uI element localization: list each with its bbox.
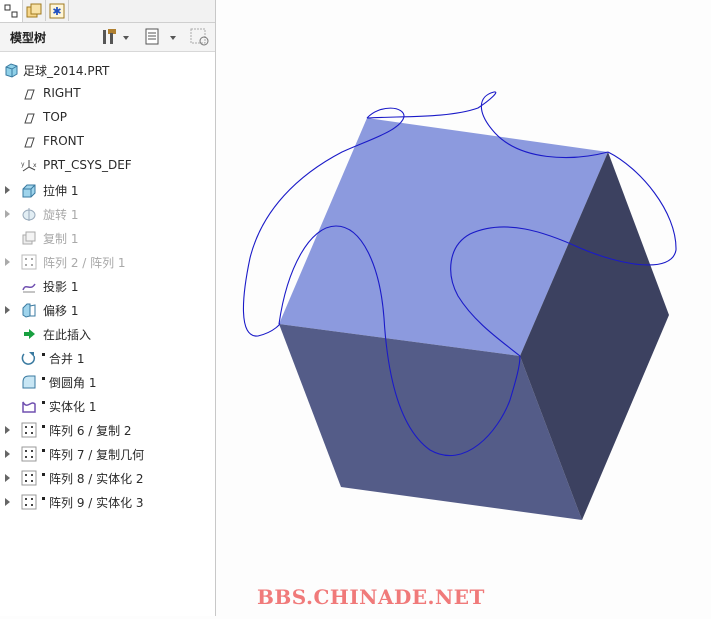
feature-marker (42, 401, 45, 404)
expand-arrow-icon[interactable] (5, 474, 10, 482)
tree-item-label: 偏移 1 (43, 304, 79, 318)
tree-item-label: 实体化 1 (49, 400, 97, 414)
tree-item-label: 旋转 1 (43, 208, 79, 222)
expand-arrow-icon[interactable] (5, 186, 10, 194)
projection-icon (22, 283, 36, 293)
revolve-icon (22, 208, 36, 221)
model-canvas[interactable] (216, 0, 711, 616)
tree-item-label: 阵列 2 / 阵列 1 (43, 256, 126, 270)
feature-marker (42, 497, 45, 500)
svg-text:y: y (21, 161, 25, 168)
tree-item[interactable]: 阵列 2 / 阵列 1 (0, 250, 215, 274)
tree-item[interactable]: 拉伸 1 (0, 178, 215, 202)
tree-item[interactable]: 阵列 6 / 复制 2 (0, 418, 215, 442)
part-icon (5, 63, 18, 78)
panel-header: 模型树 (0, 23, 215, 52)
tab-model-tree[interactable] (0, 0, 23, 22)
expand-arrow-icon[interactable] (5, 426, 10, 434)
datum-plane-icon (24, 89, 35, 100)
tree-item-label: 合并 1 (49, 352, 85, 366)
tree-item[interactable]: yx PRT_CSYS_DEF (0, 154, 215, 178)
layers-icon (26, 3, 42, 17)
model-tree-panel: ✱ 模型树 足球_2014.PRT RIGHT TOP FRONT y x PR… (0, 0, 216, 616)
expand-arrow-icon[interactable] (5, 450, 10, 458)
tree-item[interactable]: 倒圆角 1 (0, 370, 215, 394)
tools-icon (103, 29, 129, 44)
tree-item-label: 阵列 7 / 复制几何 (49, 448, 145, 462)
expand-arrow-icon[interactable] (5, 258, 10, 266)
offset-icon (22, 303, 36, 318)
merge-icon (21, 352, 36, 365)
panel-title: 模型树 (10, 31, 47, 45)
svg-text:✱: ✱ (52, 5, 61, 18)
tree-item[interactable]: 合并 1 (0, 346, 215, 370)
tree-item-label: TOP (43, 110, 68, 124)
round-icon (22, 375, 36, 389)
datum-plane-icon (24, 113, 35, 124)
tree-item-label: 阵列 8 / 实体化 2 (49, 472, 144, 486)
tree-item[interactable]: 实体化 1 (0, 394, 215, 418)
feature-marker (42, 425, 45, 428)
tab-favorites[interactable]: ✱ (46, 0, 69, 21)
tree-item-label: 在此插入 (43, 328, 92, 342)
tree-item-label: 倒圆角 1 (49, 376, 97, 390)
tree-item[interactable]: 偏移 1 (0, 298, 215, 322)
settings-button[interactable] (144, 27, 178, 47)
feature-marker (42, 377, 45, 380)
feature-marker (42, 353, 45, 356)
tree-item-label: 投影 1 (43, 280, 79, 294)
tree-root-label: 足球_2014.PRT (23, 64, 110, 78)
tree-item[interactable]: RIGHT (0, 82, 215, 106)
tree-item-label: RIGHT (43, 86, 81, 100)
tools-button[interactable] (101, 27, 131, 47)
tree-item[interactable]: 复制 1 (0, 226, 215, 250)
show-icon (190, 28, 209, 46)
show-button[interactable] (190, 27, 212, 47)
pattern-icon (21, 494, 37, 510)
tree-item[interactable]: FRONT (0, 130, 215, 154)
tree-item[interactable]: TOP (0, 106, 215, 130)
copy-icon (22, 231, 36, 245)
pattern-icon (21, 446, 37, 462)
pattern-icon (21, 470, 37, 486)
csys-icon: yx (21, 160, 37, 172)
tree-item-label: PRT_CSYS_DEF (43, 158, 132, 172)
tab-layers[interactable] (23, 0, 46, 21)
tree-item[interactable]: 在此插入 (0, 322, 215, 346)
datum-plane-icon (24, 137, 35, 148)
solidify-icon (22, 401, 36, 413)
tree-item-label: 阵列 6 / 复制 2 (49, 424, 132, 438)
tree-item[interactable]: 旋转 1 (0, 202, 215, 226)
panel-tabstrip: ✱ (0, 0, 215, 23)
tree-item[interactable]: 阵列 8 / 实体化 2 (0, 466, 215, 490)
settings-icon (145, 28, 176, 45)
svg-text:x: x (33, 162, 37, 169)
tree-item[interactable]: 阵列 9 / 实体化 3 (0, 490, 215, 514)
pattern-icon (21, 254, 37, 270)
model-tree: 足球_2014.PRT RIGHT TOP FRONT yx PRT_CSYS_… (0, 58, 215, 514)
tree-item[interactable]: 阵列 7 / 复制几何 (0, 442, 215, 466)
pattern-icon (21, 422, 37, 438)
tree-item[interactable]: 投影 1 (0, 274, 215, 298)
favorites-icon: ✱ (49, 3, 65, 18)
expand-arrow-icon[interactable] (5, 306, 10, 314)
feature-marker (42, 449, 45, 452)
tree-root[interactable]: 足球_2014.PRT (0, 58, 215, 82)
expand-arrow-icon[interactable] (5, 210, 10, 218)
tree-item-label: 复制 1 (43, 232, 79, 246)
model-tree-icon (4, 4, 18, 18)
extrude-icon (22, 184, 36, 198)
watermark: BBS.CHINADE.NET (257, 585, 485, 609)
feature-marker (42, 473, 45, 476)
graphics-viewport[interactable] (216, 0, 711, 616)
insert-here-icon (24, 329, 35, 339)
expand-arrow-icon[interactable] (5, 498, 10, 506)
tree-item-label: 阵列 9 / 实体化 3 (49, 496, 144, 510)
tree-item-label: FRONT (43, 134, 84, 148)
tree-item-label: 拉伸 1 (43, 184, 79, 198)
